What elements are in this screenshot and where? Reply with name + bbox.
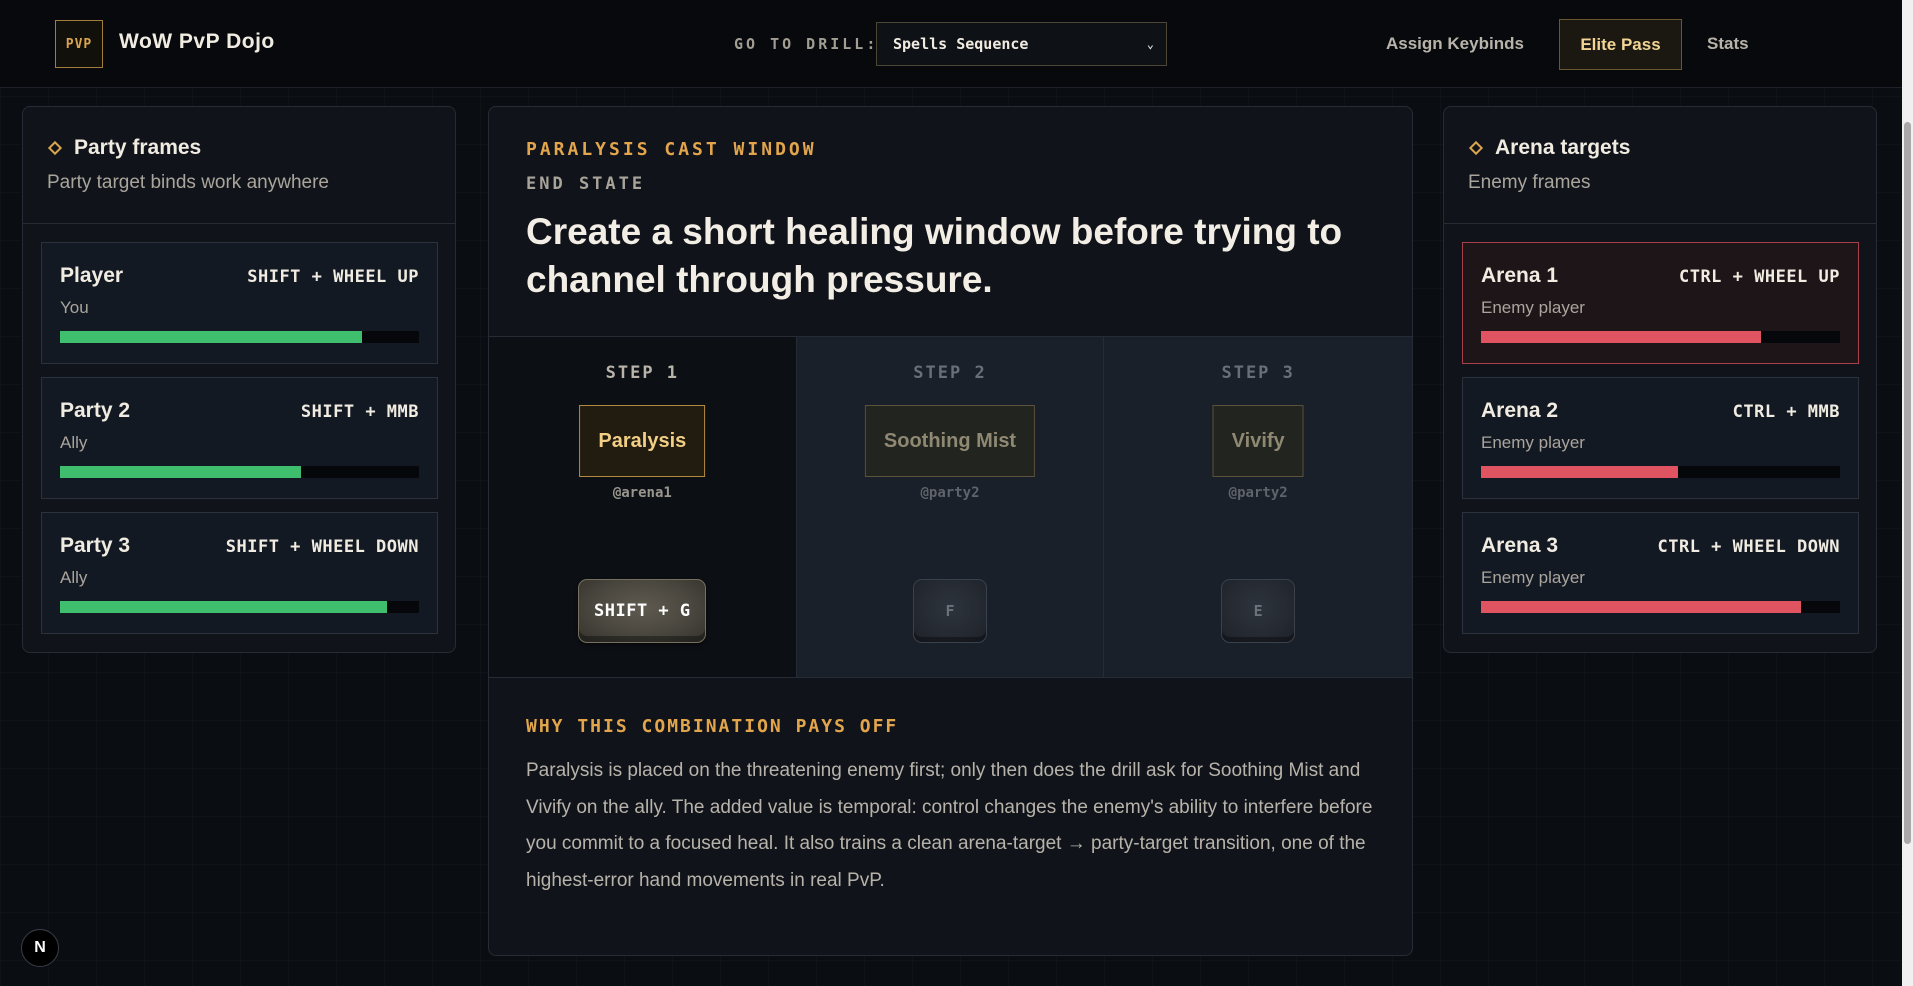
- scrollbar-thumb[interactable]: [1904, 122, 1911, 844]
- spell-soothing-mist: Soothing Mist: [864, 405, 1036, 477]
- unit-name: Arena 1: [1481, 264, 1559, 287]
- drill-headline: Create a short healing window before try…: [526, 211, 1343, 300]
- spell-vivify: Vivify: [1212, 405, 1304, 477]
- unit-role: Enemy player: [1481, 298, 1585, 317]
- step-3: STEP 3 Vivify @party2 E: [1104, 337, 1412, 677]
- arena-panel-subtitle: Enemy frames: [1468, 172, 1591, 193]
- party-frame-player[interactable]: Player SHIFT + WHEEL UP You: [41, 242, 438, 364]
- drill-select[interactable]: Spells Sequence ⌄: [876, 22, 1167, 66]
- party-panel-header: Party frames Party target binds work any…: [23, 107, 455, 224]
- unit-role: Ally: [60, 568, 88, 587]
- spell-target: @arena1: [612, 485, 672, 501]
- health-bar: [60, 466, 419, 478]
- unit-role: You: [60, 298, 89, 317]
- party-panel-title: Party frames: [74, 136, 202, 159]
- party-frame-party-3[interactable]: Party 3 SHIFT + WHEEL DOWN Ally: [41, 512, 438, 634]
- arena-frame-arena-1[interactable]: Arena 1 CTRL + WHEEL UP Enemy player: [1462, 242, 1859, 364]
- why-body: Paralysis is placed on the threatening e…: [526, 760, 1373, 891]
- step-1: STEP 1 Paralysis @arena1 SHIFT + G: [489, 337, 797, 677]
- unit-keybind: CTRL + WHEEL DOWN: [1657, 537, 1840, 557]
- arena-panel-title: Arena targets: [1495, 136, 1631, 159]
- why-title: WHY THIS COMBINATION PAYS OFF: [526, 716, 899, 737]
- drill-select-label: GO TO DRILL:: [734, 35, 879, 53]
- drill-panel: PARALYSIS CAST WINDOW END STATE Create a…: [488, 106, 1413, 956]
- diamond-icon: [47, 140, 63, 156]
- spell-target: @party2: [1228, 485, 1288, 501]
- step-label: STEP 2: [913, 363, 987, 383]
- unit-name: Party 2: [60, 399, 131, 422]
- health-fill: [60, 331, 362, 343]
- elite-pass-button[interactable]: Elite Pass: [1559, 19, 1682, 70]
- health-bar: [1481, 466, 1840, 478]
- keycap-f[interactable]: F: [913, 579, 987, 643]
- party-frame-party-2[interactable]: Party 2 SHIFT + MMB Ally: [41, 377, 438, 499]
- stats-link[interactable]: Stats: [1707, 34, 1749, 54]
- health-bar: [1481, 601, 1840, 613]
- party-panel-subtitle: Party target binds work anywhere: [47, 172, 329, 193]
- arena-panel-header: Arena targets Enemy frames: [1444, 107, 1876, 224]
- health-bar: [60, 601, 419, 613]
- step-label: STEP 3: [1221, 363, 1295, 383]
- framework-badge-icon[interactable]: N: [21, 929, 59, 967]
- spell-paralysis: Paralysis: [579, 405, 706, 477]
- end-state-label: END STATE: [526, 174, 646, 194]
- health-fill: [1481, 601, 1801, 613]
- arena-targets-panel: Arena targets Enemy frames Arena 1 CTRL …: [1443, 106, 1877, 653]
- health-fill: [60, 601, 387, 613]
- diamond-icon: [1468, 140, 1484, 156]
- chevron-down-icon: ⌄: [1146, 37, 1154, 51]
- health-fill: [1481, 466, 1679, 478]
- unit-name: Player: [60, 264, 124, 287]
- health-fill: [60, 466, 301, 478]
- arena-frame-arena-2[interactable]: Arena 2 CTRL + MMB Enemy player: [1462, 377, 1859, 499]
- drill-eyebrow: PARALYSIS CAST WINDOW: [526, 139, 817, 160]
- drill-header: PARALYSIS CAST WINDOW END STATE Create a…: [489, 107, 1412, 337]
- unit-role: Enemy player: [1481, 433, 1585, 452]
- assign-keybinds-link[interactable]: Assign Keybinds: [1386, 34, 1524, 54]
- drill-select-value: Spells Sequence: [893, 35, 1029, 53]
- unit-role: Enemy player: [1481, 568, 1585, 587]
- health-bar: [60, 331, 419, 343]
- step-sequence: STEP 1 Paralysis @arena1 SHIFT + G STEP …: [489, 337, 1412, 677]
- keycap-e[interactable]: E: [1221, 579, 1296, 643]
- unit-keybind: CTRL + WHEEL UP: [1678, 267, 1840, 287]
- spell-target: @party2: [920, 485, 980, 501]
- step-label: STEP 1: [605, 363, 680, 383]
- party-frames-panel: Party frames Party target binds work any…: [22, 106, 456, 653]
- arena-frame-arena-3[interactable]: Arena 3 CTRL + WHEEL DOWN Enemy player: [1462, 512, 1859, 634]
- unit-role: Ally: [60, 433, 88, 452]
- health-fill: [1481, 331, 1762, 343]
- keycap-shift-g[interactable]: SHIFT + G: [578, 579, 707, 643]
- unit-name: Arena 2: [1481, 399, 1559, 422]
- unit-keybind: SHIFT + WHEEL UP: [247, 267, 419, 287]
- unit-keybind: SHIFT + MMB: [300, 402, 419, 422]
- app-title: WoW PvP Dojo: [119, 30, 275, 53]
- unit-name: Arena 3: [1481, 534, 1559, 557]
- top-nav-bar: PVP WoW PvP Dojo GO TO DRILL: Spells Seq…: [0, 0, 1902, 88]
- why-section: WHY THIS COMBINATION PAYS OFF Paralysis …: [489, 677, 1412, 955]
- pvp-logo: PVP: [55, 20, 103, 68]
- step-2: STEP 2 Soothing Mist @party2 F: [796, 337, 1105, 677]
- unit-keybind: CTRL + MMB: [1732, 402, 1840, 422]
- unit-name: Party 3: [60, 534, 131, 557]
- unit-keybind: SHIFT + WHEEL DOWN: [225, 537, 419, 557]
- health-bar: [1481, 331, 1840, 343]
